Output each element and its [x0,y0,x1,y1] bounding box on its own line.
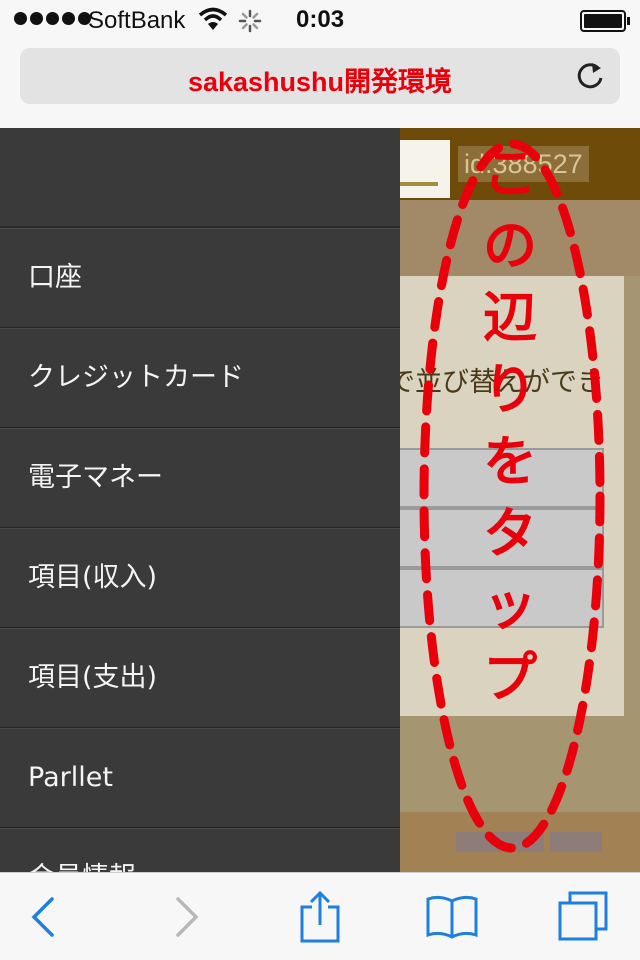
share-icon[interactable] [292,889,348,945]
back-arrow-icon[interactable] [16,889,72,945]
annotation-char: の [483,214,537,277]
signal-dots-icon [14,12,91,25]
activity-spinner-icon [238,9,262,33]
side-drawer-menu: 口座 クレジットカード 電子マネー 項目(収入) 項目(支出) Parllet … [0,128,400,872]
annotation-char: ッ [483,574,537,637]
address-bar-area: sakashushu開発環境 [0,40,640,128]
reload-icon[interactable] [574,60,606,92]
tap-here-annotation-text: こ の 辺 り を タ ッ プ [478,138,542,714]
annotation-char: を [483,430,537,493]
drawer-item-e-money[interactable]: 電子マネー [0,428,400,528]
annotation-char: プ [483,646,537,709]
annotation-char: こ [483,142,537,205]
page-title: sakashushu開発環境 [187,67,453,97]
browser-toolbar [0,872,640,960]
bookmarks-icon[interactable] [424,889,480,945]
wifi-icon [198,7,228,30]
drawer-item-income-categories[interactable]: 項目(収入) [0,528,400,628]
drawer-header [0,128,400,228]
battery-icon [580,10,630,32]
status-bar: SoftBank 0:03 [0,0,640,40]
drawer-item-expense-categories[interactable]: 項目(支出) [0,628,400,728]
drawer-item-accounts[interactable]: 口座 [0,228,400,328]
annotation-char: タ [483,502,537,565]
annotation-char: 辺 [483,286,537,349]
carrier-name: SoftBank [88,7,186,34]
tabs-icon[interactable] [556,889,612,945]
drawer-item-member-info[interactable]: 会員情報 [0,828,400,872]
pixelated-text [456,832,544,852]
pixelated-text [550,832,602,852]
site-logo [398,140,450,198]
status-time: 0:03 [296,6,345,33]
address-bar[interactable]: sakashushu開発環境 [20,48,620,104]
forward-arrow-icon[interactable] [158,889,214,945]
drawer-item-credit-card[interactable]: クレジットカード [0,328,400,428]
drawer-item-parllet[interactable]: Parllet [0,728,400,828]
page-footer [400,812,640,872]
annotation-char: り [483,358,537,421]
